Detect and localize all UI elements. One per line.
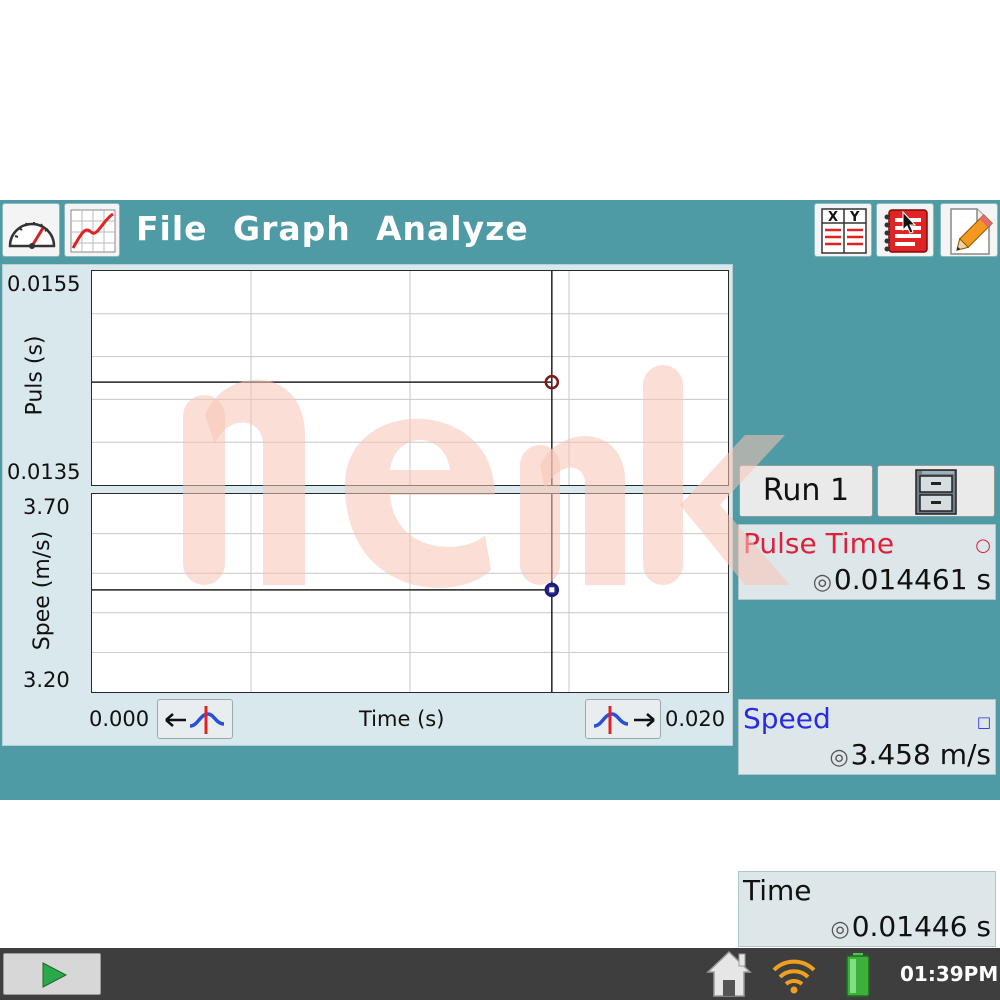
home-icon[interactable] <box>704 948 754 1000</box>
table-view-button[interactable]: X Y <box>814 203 872 257</box>
play-icon <box>42 962 68 988</box>
meter-pulse-time-value: 0.014461 s <box>833 563 991 596</box>
meter-time[interactable]: Time ◎0.01446 s <box>738 871 996 947</box>
gauge-icon <box>8 222 56 249</box>
meter-speed-value-wrap: ◎3.458 m/s <box>829 738 991 771</box>
top-plot-ymin: 0.0135 <box>7 460 81 484</box>
scroll-left-icon <box>165 706 225 734</box>
meter-speed-name: Speed <box>743 702 831 735</box>
edit-button[interactable] <box>940 203 998 257</box>
table-y-label: Y <box>849 210 860 225</box>
graph-view-button[interactable] <box>64 203 120 257</box>
taskbar: 01:39PM <box>0 948 1000 1000</box>
notebook-button[interactable] <box>876 203 934 257</box>
table-xy-icon: X Y <box>821 208 867 254</box>
pencil-icon <box>950 208 993 255</box>
meter-pulse-time-name: Pulse Time <box>743 527 895 560</box>
speed-plot[interactable] <box>91 493 729 693</box>
target-icon: ◎ <box>812 570 832 595</box>
meter-speed-value: 3.458 m/s <box>850 738 991 771</box>
bottom-plot-ymax: 3.70 <box>23 495 70 519</box>
wifi-icon[interactable] <box>768 948 820 1000</box>
pulse-time-plot[interactable] <box>91 270 729 486</box>
run-select-button[interactable]: Run 1 <box>739 465 873 517</box>
meter-pulse-time[interactable]: Pulse Time ○ ◎0.014461 s <box>738 524 996 600</box>
speed-chart-data-point-marker <box>549 587 555 593</box>
x-axis-min: 0.000 <box>89 707 150 731</box>
bottom-plot-ylabel[interactable]: Spee (m/s) <box>30 531 55 650</box>
scroll-right-icon <box>593 706 655 734</box>
meter-time-value: 0.01446 s <box>851 910 991 943</box>
speed-chart <box>92 494 728 692</box>
device-screen: File Graph Analyze X Y 0.0155 0.0135 Pul… <box>0 200 1000 1000</box>
top-plot-ylabel[interactable]: Puls (s) <box>23 335 48 415</box>
graph-panel: 0.0155 0.0135 Puls (s) 3.70 3.20 Spee (m… <box>2 264 733 746</box>
x-axis-label[interactable]: Time (s) <box>359 707 444 731</box>
x-axis-max: 0.020 <box>665 707 726 731</box>
bottom-plot-ymin: 3.20 <box>23 668 70 692</box>
table-x-label: X <box>828 210 838 225</box>
clock: 01:39PM <box>900 962 999 986</box>
meter-speed-marker: □ <box>976 713 991 731</box>
scroll-left-button[interactable] <box>157 699 233 739</box>
notebook-icon <box>884 209 928 253</box>
menu-graph[interactable]: Graph <box>233 209 351 248</box>
top-bar: File Graph Analyze X Y <box>0 200 1000 260</box>
battery-icon <box>846 953 870 997</box>
meter-pulse-time-value-wrap: ◎0.014461 s <box>813 563 991 596</box>
meter-time-name: Time <box>743 874 812 907</box>
collect-button[interactable] <box>3 953 101 995</box>
pulse-time-chart <box>92 271 728 485</box>
menu-analyze[interactable]: Analyze <box>376 209 529 248</box>
target-icon: ◎ <box>829 745 849 770</box>
meter-pulse-time-marker: ○ <box>975 535 991 556</box>
menu-file[interactable]: File <box>136 209 208 248</box>
data-storage-button[interactable] <box>877 465 995 517</box>
file-cabinet-icon <box>915 469 957 515</box>
top-plot-ymax: 0.0155 <box>7 272 81 296</box>
meter-view-button[interactable] <box>2 203 60 257</box>
meter-speed[interactable]: Speed □ ◎3.458 m/s <box>738 699 996 775</box>
meter-time-value-wrap: ◎0.01446 s <box>831 910 991 943</box>
graph-icon <box>70 209 116 253</box>
target-icon: ◎ <box>830 917 850 942</box>
scroll-right-button[interactable] <box>585 699 661 739</box>
